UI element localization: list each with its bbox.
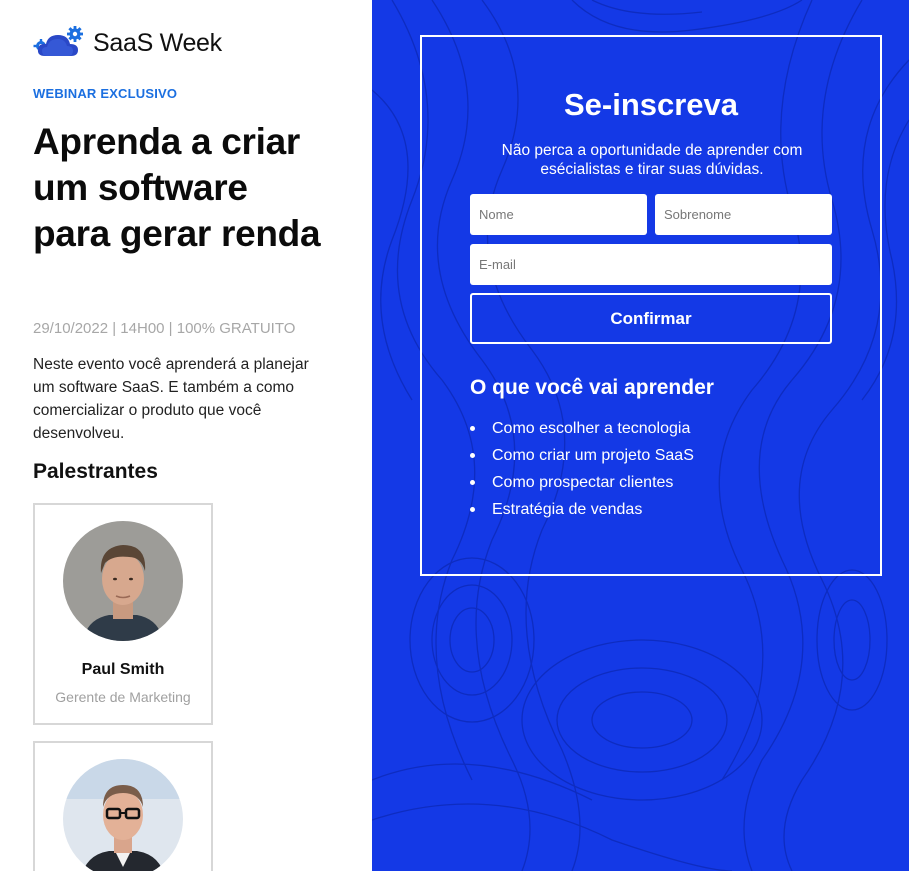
list-item-label: Estratégia de vendas (492, 501, 643, 518)
speaker-name: Paul Smith (81, 661, 165, 678)
signup-subtitle: Não perca a oportunidade de aprender com… (501, 142, 803, 178)
bullet-icon (470, 426, 475, 431)
brand-name: SaaS Week (93, 28, 222, 57)
speaker-card: Paul Smith Gerente de Marketing (33, 503, 213, 725)
bullet-icon (470, 507, 475, 512)
confirm-button[interactable]: Confirmar (470, 293, 832, 344)
list-item: Como criar um projeto SaaS (470, 442, 694, 469)
last-name-input[interactable] (655, 194, 832, 235)
list-item: Como escolher a tecnologia (470, 415, 694, 442)
speakers-heading: Palestrantes (33, 460, 158, 483)
bullet-icon (470, 480, 475, 485)
event-eyebrow: WEBINAR EXCLUSIVO (33, 86, 178, 101)
brand-logo[interactable]: SaaS Week (33, 26, 222, 60)
signup-panel: Se-inscreva Não perca a oportunidade de … (372, 0, 909, 871)
first-name-input[interactable] (470, 194, 647, 235)
list-item: Estratégia de vendas (470, 496, 694, 523)
learn-heading: O que você vai aprender (470, 376, 714, 399)
list-item: Como prospectar clientes (470, 469, 694, 496)
list-item-label: Como prospectar clientes (492, 474, 674, 491)
event-info-column: SaaS Week WEBINAR EXCLUSIVO Aprenda a cr… (0, 0, 372, 871)
page-title: Aprenda a criar um software para gerar r… (33, 121, 321, 254)
list-item-label: Como criar um projeto SaaS (492, 447, 694, 464)
speaker-avatar (63, 521, 183, 641)
event-date-meta: 29/10/2022 | 14H00 | 100% GRATUITO (33, 320, 296, 337)
cloud-gear-icon (33, 26, 85, 60)
speaker-role: Gerente de Marketing (55, 689, 191, 705)
email-input[interactable] (470, 244, 832, 285)
signup-title: Se-inscreva (563, 87, 739, 122)
list-item-label: Como escolher a tecnologia (492, 420, 691, 437)
speaker-card (33, 741, 213, 871)
speaker-avatar (63, 759, 183, 871)
signup-form: Se-inscreva Não perca a oportunidade de … (420, 35, 882, 576)
event-description: Neste evento você aprenderá a planejar u… (33, 356, 309, 442)
learn-list: Como escolher a tecnologia Como criar um… (470, 415, 694, 523)
bullet-icon (470, 453, 475, 458)
